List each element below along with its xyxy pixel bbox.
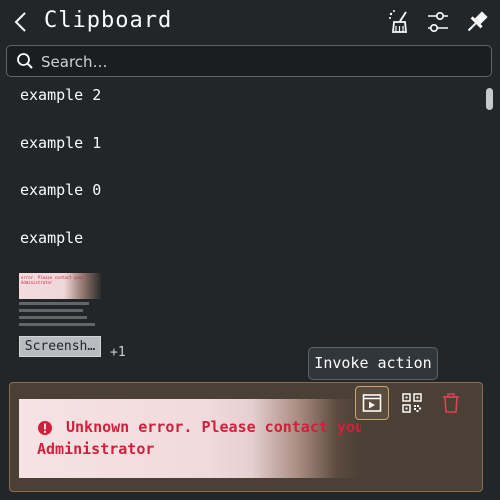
history-item[interactable]: example: [20, 229, 83, 247]
search-box[interactable]: [6, 45, 492, 77]
history-item[interactable]: example 0: [20, 181, 101, 199]
qr-code-icon: [402, 393, 422, 413]
delete-trash-icon: [443, 393, 459, 413]
pin-button[interactable]: [464, 8, 490, 36]
clear-history-button[interactable]: [386, 8, 412, 36]
back-button[interactable]: [10, 9, 34, 35]
search-input[interactable]: [39, 49, 483, 75]
clipboard-history-list: example 2 example 1 example 0 example: [0, 80, 482, 380]
history-item[interactable]: example 1: [20, 134, 101, 152]
thumbnail-text: error. Please contact your Administrator: [21, 275, 84, 285]
history-item[interactable]: example 2: [20, 86, 101, 104]
invoke-action-button[interactable]: [355, 386, 389, 420]
tooltip: Invoke action: [308, 347, 438, 380]
selected-item-preview[interactable]: Unknown error. Please contact your Admin…: [19, 399, 361, 478]
scrollbar-handle[interactable]: [486, 88, 493, 110]
extra-count: +1: [110, 345, 126, 360]
screenshot-thumbnail[interactable]: error. Please contact your Administrator: [19, 273, 101, 299]
configure-button[interactable]: [425, 8, 451, 36]
error-message-line2: Administrator: [37, 440, 155, 458]
error-message-line1: Unknown error. Please contact your: [66, 418, 361, 436]
configure-sliders-icon: [428, 12, 448, 32]
search-icon: [17, 53, 33, 69]
clear-history-broom-icon: [389, 10, 407, 33]
header: Clipboard: [0, 0, 500, 44]
thumbnail-lines: [19, 302, 101, 332]
show-qr-code-button[interactable]: [395, 386, 429, 420]
scrollbar[interactable]: [484, 84, 494, 384]
page-title: Clipboard: [44, 8, 173, 33]
invoke-action-icon: [362, 394, 382, 412]
screenshot-chip[interactable]: Screensh…: [19, 336, 101, 357]
back-arrow-icon: [14, 12, 26, 32]
delete-button[interactable]: [434, 386, 468, 420]
pin-icon: [467, 11, 488, 32]
error-circle-icon: [38, 421, 52, 435]
